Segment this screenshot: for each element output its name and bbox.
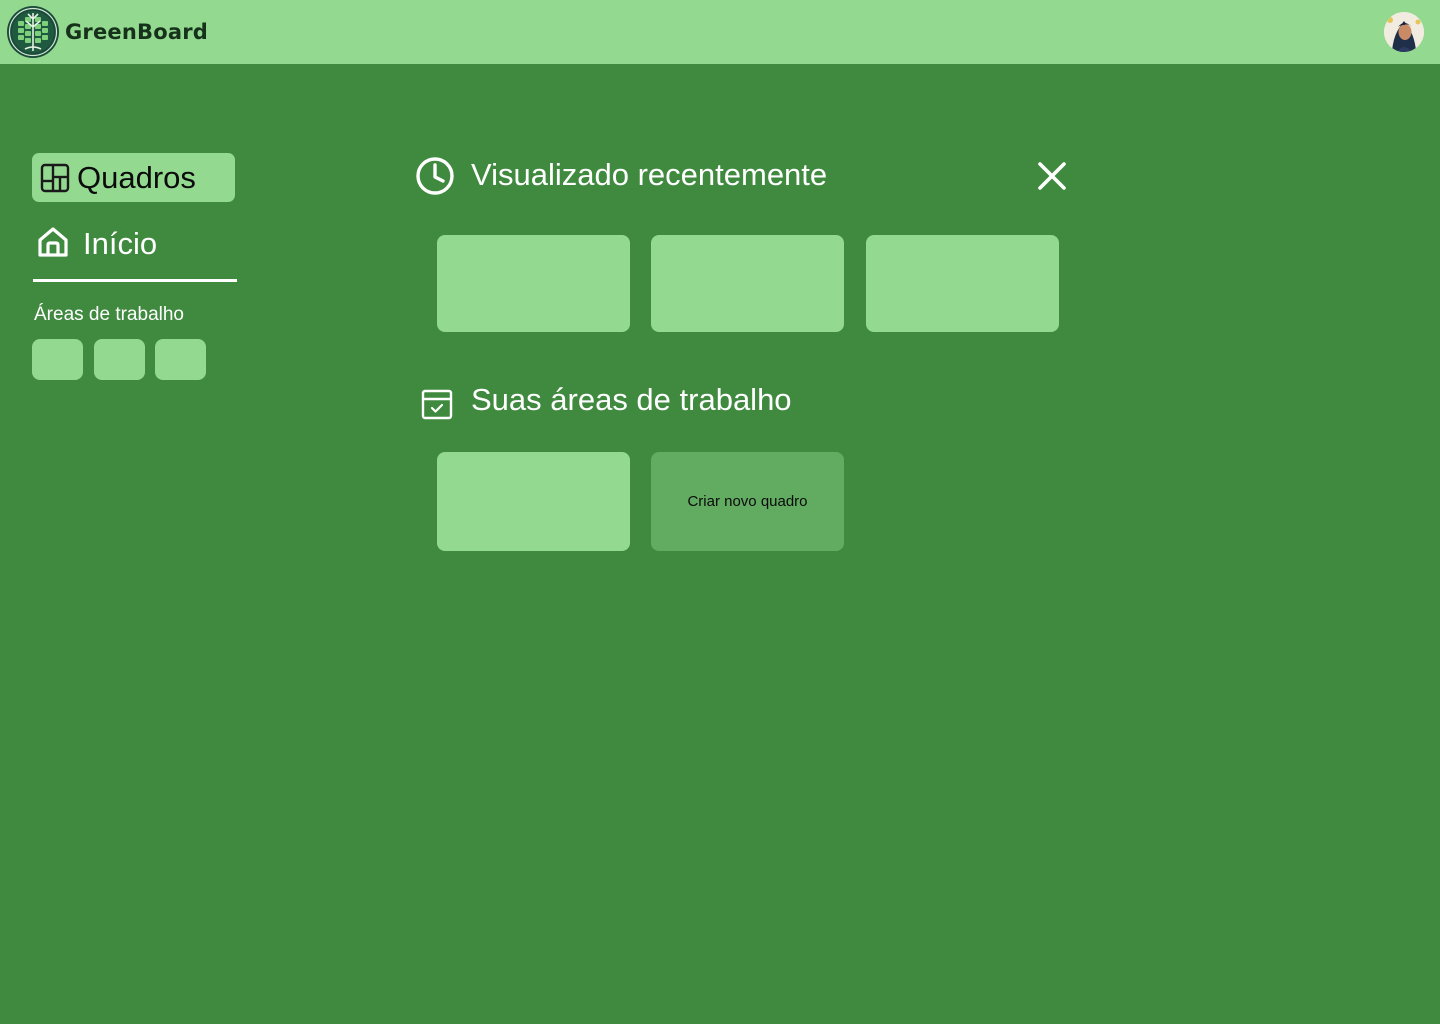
close-button[interactable] (1034, 158, 1070, 194)
calendar-check-icon (421, 389, 453, 420)
workspaces-section-title: Suas áreas de trabalho (471, 382, 792, 417)
sidebar-item-home[interactable]: Início (33, 222, 237, 282)
workspaces-heading: Áreas de trabalho (34, 304, 184, 325)
board-layout-icon (40, 163, 70, 192)
top-bar: GreenBoard (0, 0, 1440, 64)
create-new-board-label: Criar novo quadro (687, 493, 808, 510)
clock-icon (416, 157, 454, 195)
recent-board-card-2[interactable] (651, 235, 844, 332)
home-icon (38, 227, 68, 257)
create-new-board-button[interactable]: Criar novo quadro (651, 452, 844, 551)
sidebar-item-boards[interactable]: Quadros (32, 153, 235, 202)
close-icon (1038, 162, 1066, 190)
sidebar-item-home-label: Início (83, 226, 158, 261)
recent-section-title: Visualizado recentemente (471, 157, 828, 192)
workspace-board-card-1[interactable] (437, 452, 630, 551)
user-avatar-icon (1384, 12, 1424, 52)
brand[interactable]: GreenBoard (6, 5, 208, 59)
recent-board-card-3[interactable] (866, 235, 1059, 332)
user-avatar[interactable] (1384, 12, 1424, 52)
workspace-chip-3[interactable] (155, 339, 206, 380)
workspace-chip-1[interactable] (32, 339, 83, 380)
recent-board-card-1[interactable] (437, 235, 630, 332)
brand-name: GreenBoard (65, 20, 209, 44)
sidebar-item-boards-label: Quadros (77, 159, 196, 195)
workspace-chip-2[interactable] (94, 339, 145, 380)
tree-circuit-logo-icon (7, 6, 59, 58)
